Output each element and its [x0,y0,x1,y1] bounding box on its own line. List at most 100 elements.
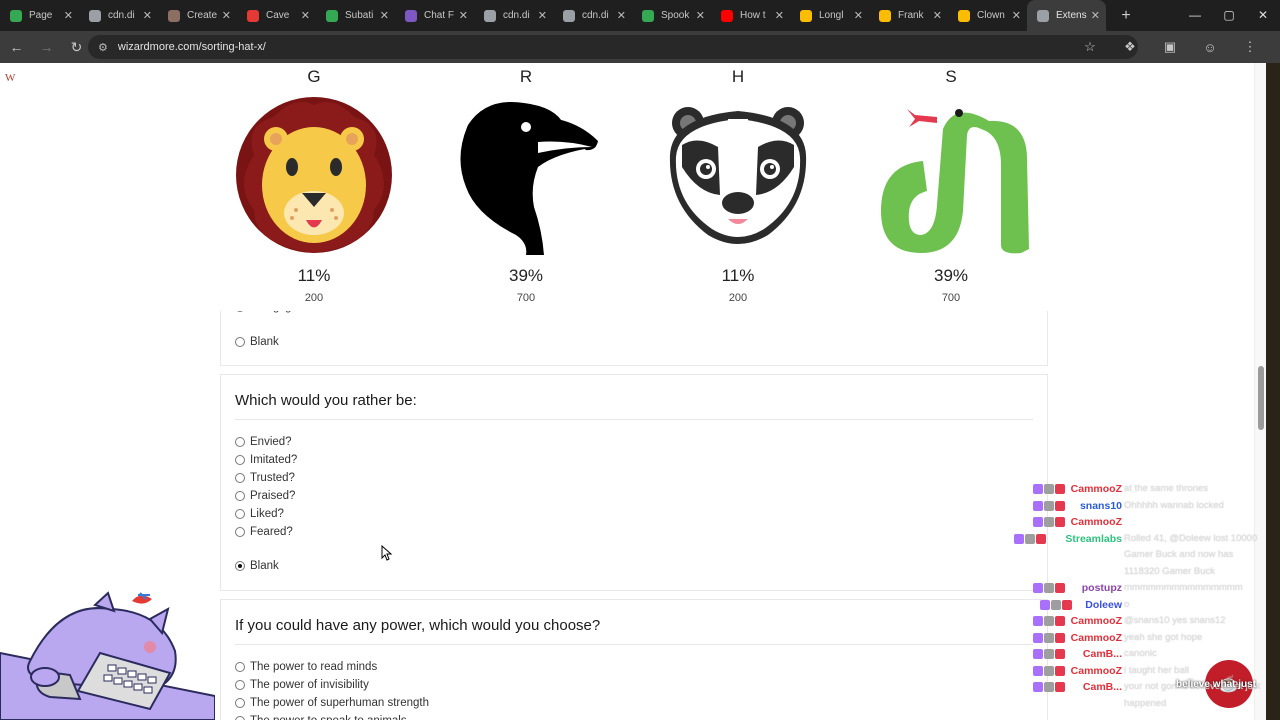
tab-close-icon[interactable]: ✕ [459,9,468,22]
site-info-icon[interactable]: ⚙ [98,41,108,54]
tab-title: Create [187,10,218,21]
browser-tab[interactable]: Spook ✕ [632,0,711,31]
answer-option[interactable]: Liked? [235,508,284,520]
tab-close-icon[interactable]: ✕ [64,9,73,22]
extensions-icon[interactable]: ❖ [1110,39,1150,55]
radio-button[interactable] [235,509,245,519]
reload-icon[interactable]: ↻ [63,39,90,56]
tab-close-icon[interactable]: ✕ [301,9,310,22]
chat-text: yeah she got hope [1124,631,1203,643]
answer-option[interactable]: Envied? [235,436,292,448]
answer-option[interactable]: The power of invisibility [235,679,369,691]
tab-title: Frank [898,10,924,21]
option-label: Envied? [250,436,292,448]
answer-option[interactable]: Trusted? [235,472,295,484]
option-blank[interactable]: Blank [235,336,279,348]
browser-tab[interactable]: Create ✕ [158,0,237,31]
scrollbar-thumb[interactable] [1258,366,1264,430]
chat-text: canonic [1124,648,1157,659]
tab-favicon-icon [563,9,575,22]
chat-message: Gamer Buck and now has [1022,548,1280,564]
option-blank[interactable]: Blank [235,560,279,572]
answer-option[interactable]: Feared? [235,526,293,538]
radio-button[interactable] [235,437,245,447]
browser-tab[interactable]: Subati ✕ [316,0,395,31]
tab-close-icon[interactable]: ✕ [933,9,942,22]
radio-button[interactable] [235,527,245,537]
chat-username: Streamlabs [1065,532,1122,545]
tab-title: Cave [266,10,290,21]
browser-tab[interactable]: cdn.di ✕ [474,0,553,31]
radio-button[interactable] [235,680,245,690]
sidepanel-icon[interactable]: ▣ [1150,39,1190,55]
browser-tab[interactable]: Frank ✕ [869,0,948,31]
browser-tab[interactable]: Page ✕ [0,0,79,31]
browser-tab[interactable]: cdn.di ✕ [553,0,632,31]
chat-message: postupz mmmmmmmmmmmmmmm [1022,581,1280,597]
profile-icon[interactable]: ☺ [1190,40,1230,55]
new-tab-button[interactable]: + [1116,7,1136,25]
option-label: The power of superhuman strength [250,697,429,709]
tab-close-icon[interactable]: ✕ [1012,9,1021,22]
tab-close-icon[interactable]: ✕ [143,9,152,22]
back-arrow-icon[interactable]: ← [3,39,30,55]
tab-close-icon[interactable]: ✕ [617,9,626,22]
house-count: 200 [728,292,748,304]
close-window-icon[interactable]: ✕ [1246,0,1280,31]
bookmark-star-icon[interactable]: ☆ [1070,39,1110,55]
tab-favicon-icon [10,9,22,22]
house-count: 200 [304,292,324,304]
answer-option[interactable]: The power to read minds [235,661,377,673]
tab-favicon-icon [879,9,891,22]
tab-close-icon[interactable]: ✕ [380,9,389,22]
question-card-power: If you could have any power, which would… [220,599,1048,720]
browser-tab[interactable]: Cave ✕ [237,0,316,31]
tab-close-icon[interactable]: ✕ [775,9,784,22]
radio-button-selected[interactable] [235,561,245,571]
tab-close-icon[interactable]: ✕ [696,9,705,22]
radio-button[interactable] [235,491,245,501]
browser-tab[interactable]: How t ✕ [711,0,790,31]
tab-title: Spook [661,10,690,21]
maximize-icon[interactable]: ▢ [1212,0,1246,31]
tab-close-icon[interactable]: ✕ [1091,9,1100,22]
minimize-icon[interactable]: — [1178,0,1212,31]
tab-favicon-icon [642,9,654,22]
radio-button[interactable] [235,716,245,720]
forward-arrow-icon[interactable]: → [33,39,60,55]
browser-tab[interactable]: Chat F ✕ [395,0,474,31]
radio-button[interactable] [235,698,245,708]
badger-icon [669,107,807,244]
answer-option[interactable]: Praised? [235,490,295,502]
chat-username: Doleew [1085,598,1122,611]
radio-button[interactable] [235,473,245,483]
tab-favicon-icon [405,9,417,22]
answer-option[interactable]: The power to speak to animals [235,715,407,720]
chat-text: 1118320 Gamer Buck [1124,565,1216,577]
tab-title: cdn.di [108,10,135,21]
radio-button[interactable] [235,662,245,672]
answer-option[interactable]: The power of superhuman strength [235,697,429,709]
radio-button[interactable] [235,455,245,465]
house-percent: 39% [933,266,969,285]
question-title: If you could have any power, which would… [235,617,601,634]
browser-tab[interactable]: Extens ✕ [1027,0,1106,31]
option-label: Blank [250,560,279,572]
tab-close-icon[interactable]: ✕ [222,9,231,22]
chat-message: CammooZ [1022,515,1280,531]
browser-tab[interactable]: Clown ✕ [948,0,1027,31]
chat-text: Ohhhhh wannab locked [1124,499,1224,511]
site-logo[interactable]: W [5,72,15,84]
radio-button[interactable] [235,337,245,347]
tab-close-icon[interactable]: ✕ [854,9,863,22]
tab-close-icon[interactable]: ✕ [538,9,547,22]
chat-badges-icon [1033,665,1066,676]
answer-option[interactable]: Imitated? [235,454,297,466]
menu-icon[interactable]: ⋮ [1230,39,1270,55]
chat-badges-icon [1014,533,1046,544]
house-g: G 11% 200 [208,63,420,304]
browser-tab[interactable]: Longl ✕ [790,0,869,31]
browser-tab[interactable]: cdn.di ✕ [79,0,158,31]
chat-message: 1118320 Gamer Buck [1022,565,1280,581]
address-bar[interactable]: ⚙ wizardmore.com/sorting-hat-x/ [88,35,1138,59]
